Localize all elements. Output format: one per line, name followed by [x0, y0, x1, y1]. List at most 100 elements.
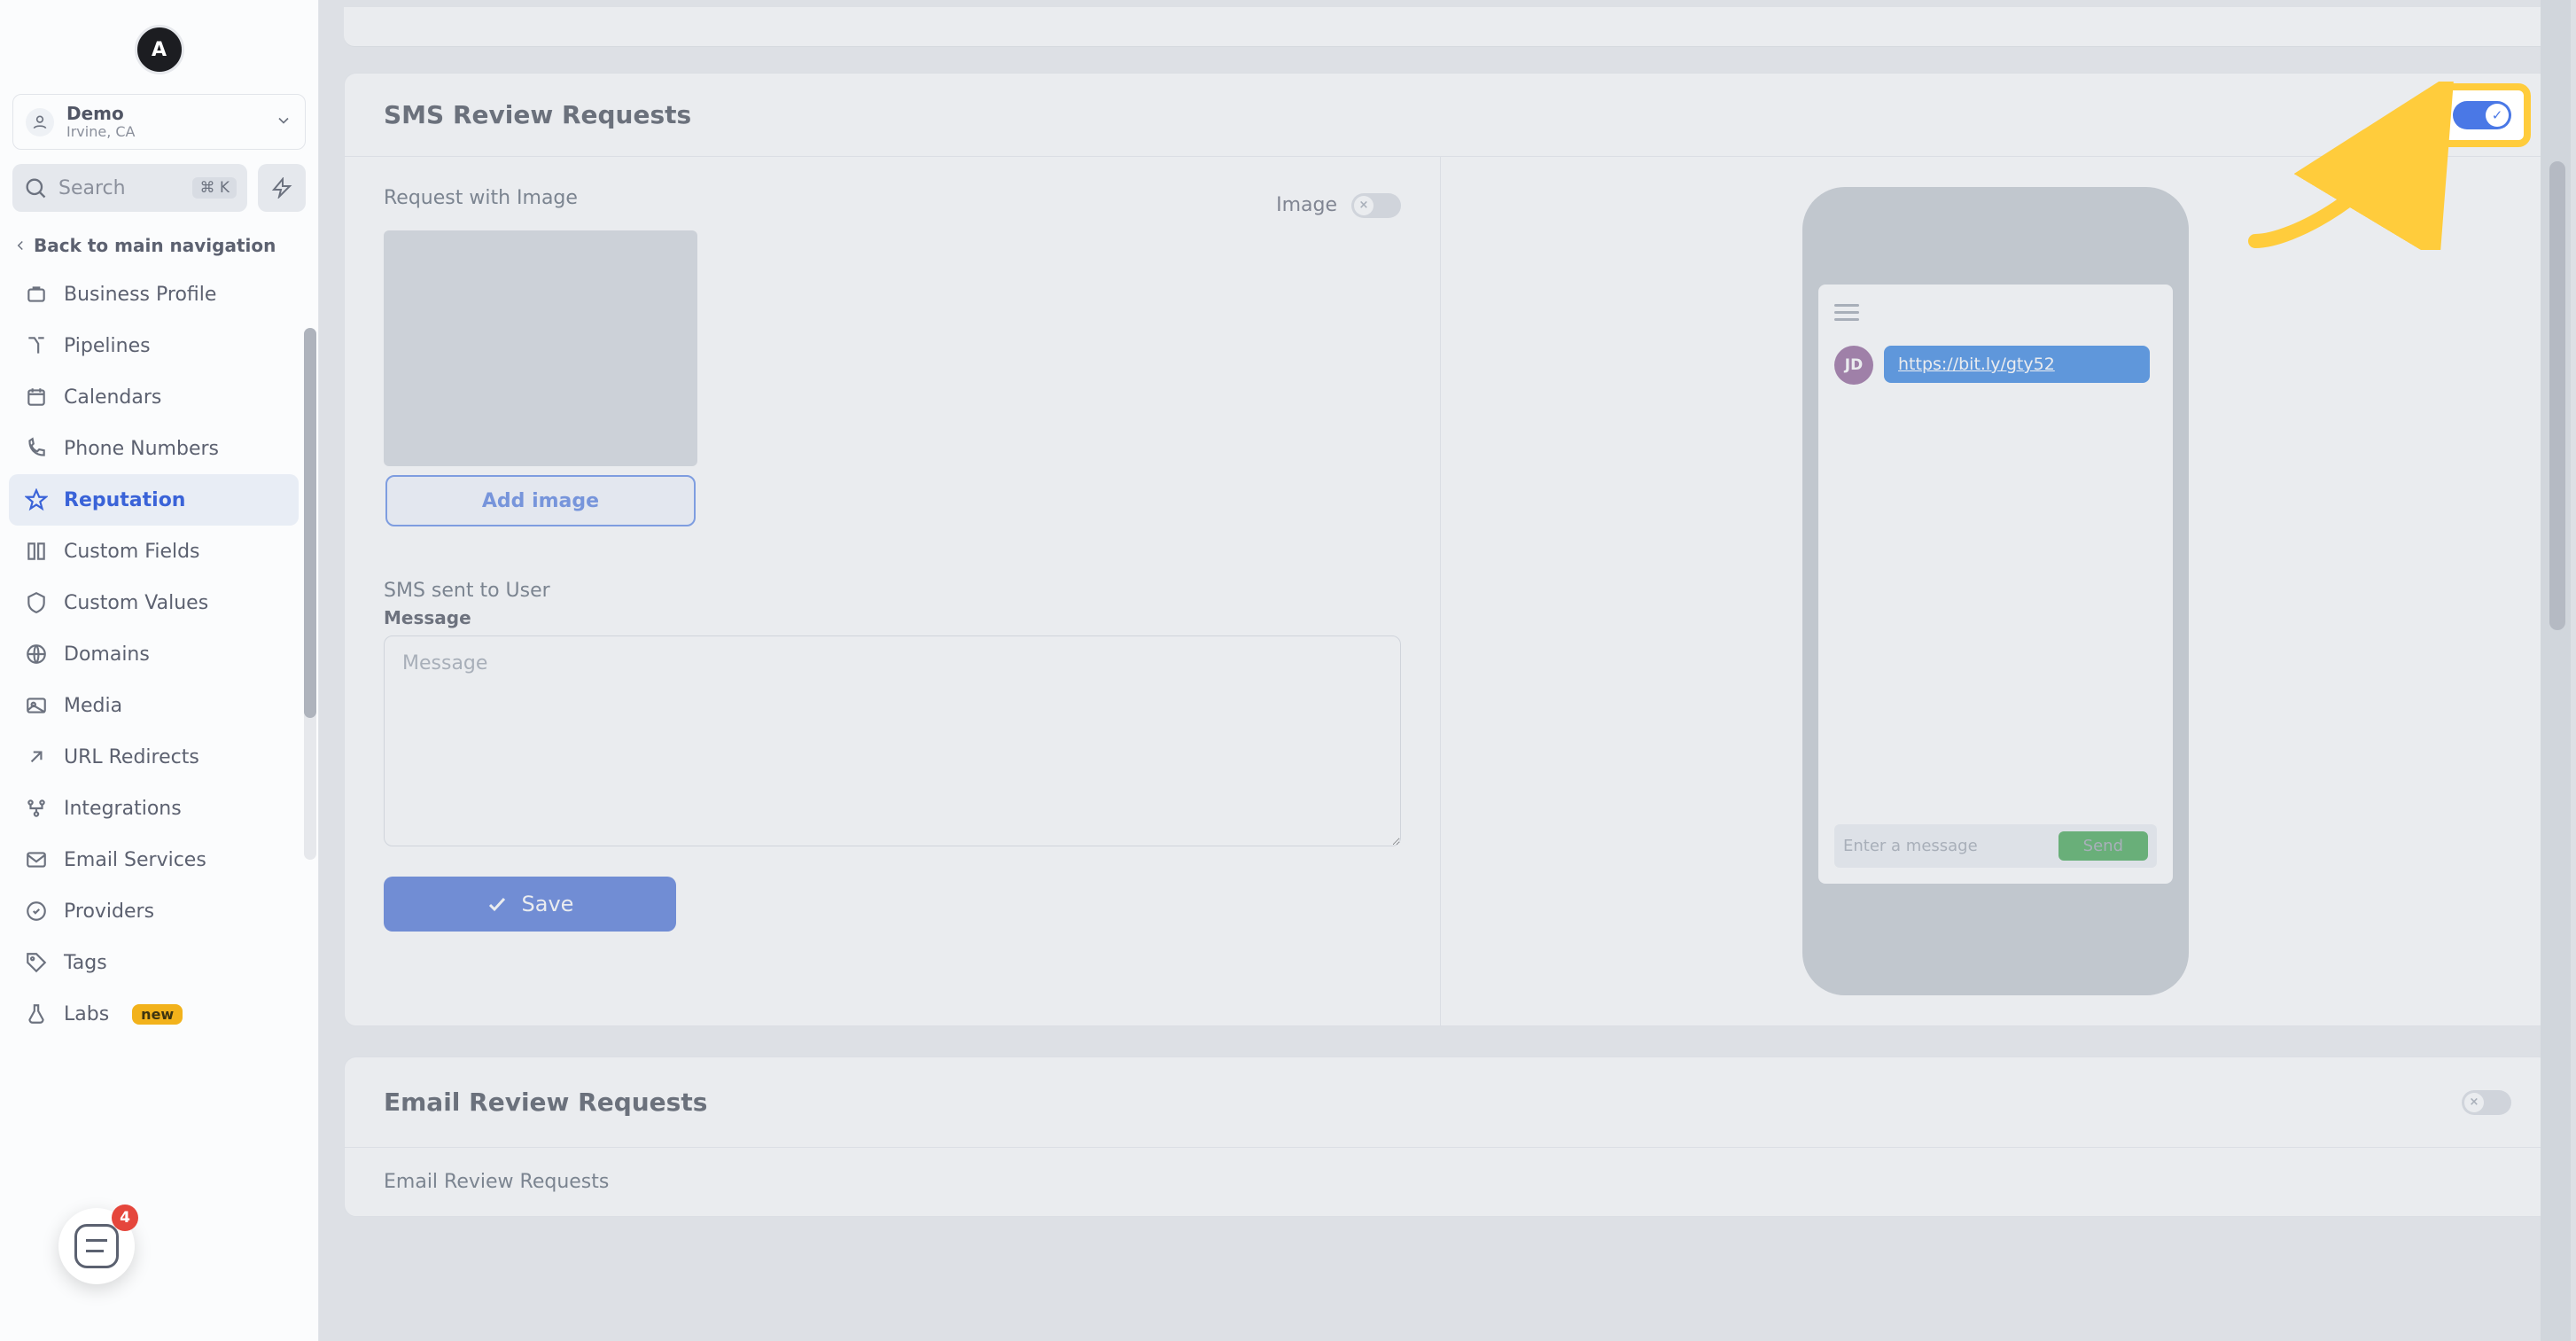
main-content: SMS Review Requests ✓ Request with Image…	[319, 0, 2576, 1341]
phone-screen: JD https://bit.ly/gty52 Enter a message …	[1818, 285, 2173, 884]
sms-card-title: SMS Review Requests	[384, 100, 691, 129]
sidebar-item-email-services[interactable]: Email Services	[9, 834, 299, 885]
custom-fields-icon	[25, 540, 48, 563]
brand-letter: A	[152, 39, 167, 61]
sms-preview-panel: JD https://bit.ly/gty52 Enter a message …	[1441, 157, 2550, 1025]
sidebar-item-calendars[interactable]: Calendars	[9, 371, 299, 423]
sidebar-item-label: Phone Numbers	[64, 438, 219, 460]
back-label: Back to main navigation	[34, 235, 276, 256]
preview-message-link: https://bit.ly/gty52	[1884, 346, 2150, 383]
save-button[interactable]: Save	[384, 877, 676, 932]
sidebar: A Demo Irvine, CA Search ⌘ K Back to mai…	[0, 0, 319, 1341]
image-dropzone[interactable]	[384, 230, 697, 466]
sidebar-item-tags[interactable]: Tags	[9, 937, 299, 988]
email-enable-toggle[interactable]: ×	[2462, 1090, 2511, 1115]
sidebar-item-label: Media	[64, 695, 122, 717]
reputation-icon	[25, 488, 48, 511]
sidebar-item-domains[interactable]: Domains	[9, 628, 299, 680]
sidebar-item-label: Pipelines	[64, 335, 151, 357]
sidebar-item-providers[interactable]: Providers	[9, 885, 299, 937]
back-to-main-nav[interactable]: Back to main navigation	[12, 235, 306, 256]
previous-card-footer	[344, 7, 2551, 46]
page-scrollbar-track	[2541, 0, 2571, 1341]
sms-card-header: SMS Review Requests ✓	[345, 74, 2550, 157]
labs-icon	[25, 1002, 48, 1025]
integrations-icon	[25, 797, 48, 820]
account-location: Irvine, CA	[66, 124, 262, 140]
providers-icon	[25, 900, 48, 923]
preview-compose-bar: Enter a message Send	[1834, 824, 2157, 868]
sidebar-item-label: Custom Fields	[64, 541, 200, 563]
account-switcher[interactable]: Demo Irvine, CA	[12, 94, 306, 150]
off-toggle-knob-x-icon: ×	[2464, 1093, 2484, 1112]
quick-actions-button[interactable]	[258, 164, 306, 212]
brand-logo: A	[9, 18, 309, 94]
email-services-icon	[25, 848, 48, 871]
sidebar-item-label: Calendars	[64, 386, 161, 409]
sidebar-item-media[interactable]: Media	[9, 680, 299, 731]
email-review-card: Email Review Requests × Email Review Req…	[344, 1056, 2551, 1217]
sidebar-item-phone-numbers[interactable]: Phone Numbers	[9, 423, 299, 474]
sidebar-item-label: Domains	[64, 643, 150, 666]
preview-avatar: JD	[1834, 346, 1873, 385]
sidebar-item-label: Business Profile	[64, 284, 216, 306]
business-profile-icon	[25, 283, 48, 306]
sms-form-panel: Request with Image Image × Add image SMS…	[345, 157, 1441, 1025]
media-icon	[25, 694, 48, 717]
email-card-header: Email Review Requests ×	[345, 1057, 2550, 1148]
page-scrollbar-thumb[interactable]	[2549, 161, 2565, 631]
account-name: Demo	[66, 104, 262, 124]
save-label: Save	[522, 892, 574, 916]
sidebar-item-label: Labs	[64, 1003, 109, 1025]
mini-toggle-knob-x-icon: ×	[1354, 196, 1374, 215]
sidebar-item-labs[interactable]: Labsnew	[9, 988, 299, 1040]
brand-logo-dot: A	[135, 25, 184, 74]
sidebar-item-custom-fields[interactable]: Custom Fields	[9, 526, 299, 577]
sidebar-item-label: Email Services	[64, 849, 206, 871]
search-button[interactable]: Search ⌘ K	[12, 164, 247, 212]
sidebar-item-integrations[interactable]: Integrations	[9, 783, 299, 834]
sms-enable-toggle[interactable]: ✓	[2453, 101, 2511, 129]
preview-link-text: https://bit.ly/gty52	[1898, 355, 2055, 374]
preview-compose-placeholder: Enter a message	[1843, 837, 2044, 855]
sidebar-item-business-profile[interactable]: Business Profile	[9, 269, 299, 320]
toggle-knob-check-icon: ✓	[2486, 104, 2509, 127]
sms-enable-toggle-wrap: ✓	[2453, 101, 2511, 129]
image-toggle-label: Image	[1276, 194, 1337, 216]
preview-avatar-initials: JD	[1845, 356, 1863, 374]
sidebar-item-label: Integrations	[64, 798, 182, 820]
message-field-label: Message	[384, 607, 1401, 628]
custom-values-icon	[25, 591, 48, 614]
sidebar-scrollbar-thumb[interactable]	[304, 328, 316, 718]
hamburger-icon	[1834, 304, 1859, 321]
add-image-button[interactable]: Add image	[385, 475, 696, 526]
sidebar-item-url-redirects[interactable]: URL Redirects	[9, 731, 299, 783]
search-shortcut: ⌘ K	[192, 177, 237, 199]
sidebar-item-reputation[interactable]: Reputation	[9, 474, 299, 526]
add-image-label: Add image	[482, 490, 599, 512]
email-sub-label: Email Review Requests	[384, 1171, 609, 1193]
sidebar-item-label: Reputation	[64, 489, 185, 511]
phone-numbers-icon	[25, 437, 48, 460]
sidebar-item-label: URL Redirects	[64, 746, 199, 768]
image-toggle[interactable]: ×	[1351, 193, 1401, 218]
domains-icon	[25, 643, 48, 666]
chat-unread-count: 4	[120, 1209, 130, 1227]
chat-fab[interactable]: 4	[58, 1208, 135, 1284]
sidebar-item-label: Providers	[64, 900, 154, 923]
account-avatar-icon	[26, 108, 54, 136]
sms-sent-to-user-label: SMS sent to User	[384, 580, 1401, 602]
sidebar-item-label: Tags	[64, 952, 107, 974]
pipelines-icon	[25, 334, 48, 357]
check-icon	[486, 893, 508, 915]
settings-nav: Business Profile Pipelines Calendars Phone …	[9, 269, 309, 1040]
message-row: JD https://bit.ly/gty52	[1834, 346, 2157, 385]
calendars-icon	[25, 386, 48, 409]
chevron-left-icon	[12, 238, 28, 253]
request-with-image-label: Request with Image	[384, 187, 578, 209]
search-label: Search	[58, 177, 182, 199]
message-textarea[interactable]	[384, 635, 1401, 846]
sidebar-item-label: Custom Values	[64, 592, 208, 614]
sidebar-item-pipelines[interactable]: Pipelines	[9, 320, 299, 371]
sidebar-item-custom-values[interactable]: Custom Values	[9, 577, 299, 628]
